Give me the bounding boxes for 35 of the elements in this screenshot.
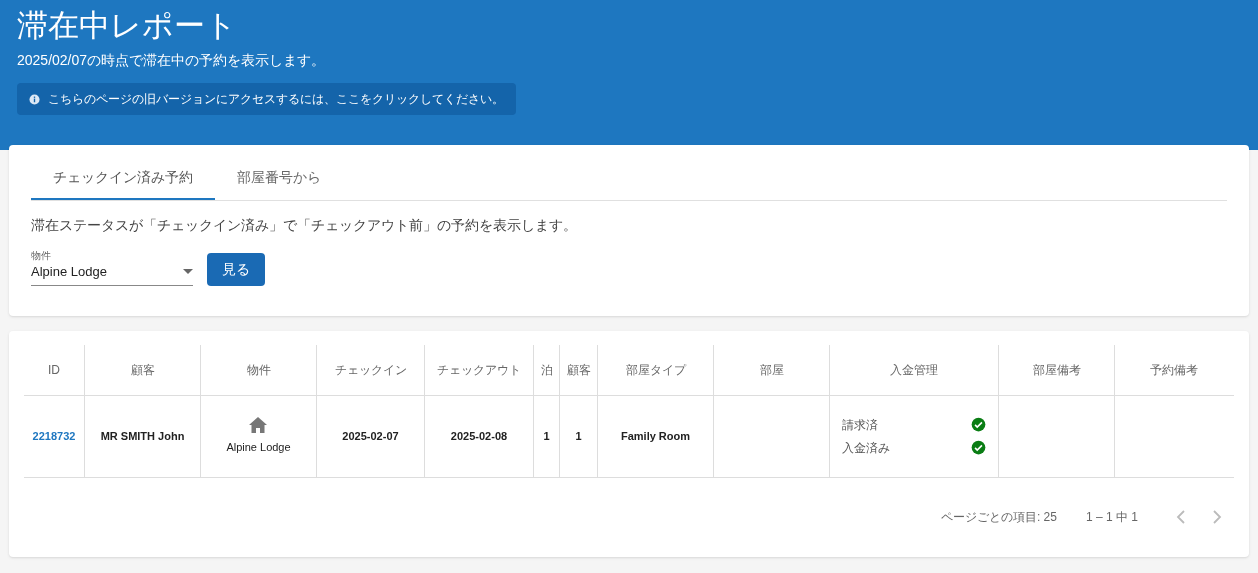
items-per-page-label: ページごとの項目: 25 (940, 508, 1057, 526)
house-icon (249, 416, 268, 433)
page-title: 滞在中レポート (17, 7, 238, 45)
tab[interactable]: 部屋番号から (215, 156, 343, 200)
column-header: チェックアウト (425, 344, 534, 395)
table-cell-text: 1 (543, 428, 550, 444)
column-header: 顧客 (85, 344, 201, 395)
dropdown-caret-icon (183, 269, 193, 275)
column-header: チェックイン (317, 344, 425, 395)
column-header: 部屋タイプ (598, 344, 714, 395)
column-header: 物件 (201, 344, 317, 395)
page-range-label: 1 – 1 中 1 (1085, 508, 1138, 526)
table-cell-text: MR SMITH John (100, 428, 185, 444)
table-cell-text: Alpine Lodge (226, 439, 291, 455)
column-header: 顧客 (560, 344, 598, 395)
column-header: 部屋 (714, 344, 830, 395)
column-header: 泊 (534, 344, 560, 395)
info-icon (29, 93, 40, 105)
column-header: 部屋備考 (999, 344, 1115, 395)
column-header: 入金管理 (830, 344, 999, 395)
table-cell-text: 2025-02-08 (450, 428, 508, 444)
payment-status-label: 入金済み (842, 439, 890, 457)
page-subtitle: 2025/02/07の時点で滞在中の予約を表示します。 (17, 51, 327, 70)
reservation-id-link[interactable]: 2218732 (32, 427, 76, 445)
payment-status-label: 請求済 (842, 416, 878, 434)
tab[interactable]: チェックイン済み予約 (31, 156, 215, 200)
column-header: 予約備考 (1148, 361, 1199, 379)
description-text: 滞在ステータスが「チェックイン済み」で「チェックアウト前」の予約を表示します。 (31, 216, 578, 235)
old-version-notice[interactable]: こちらのページの旧バージョンにアクセスするには、ここをクリックしてください。 (17, 83, 516, 115)
view-button[interactable]: 見る (207, 252, 265, 286)
column-header: ID (24, 344, 85, 395)
property-select[interactable]: 物件 Alpine Lodge (31, 250, 193, 286)
table-cell-text: Family Room (620, 428, 691, 444)
table-cell-text: 2025-02-07 (342, 428, 399, 444)
table-cell-text: 1 (575, 428, 582, 444)
